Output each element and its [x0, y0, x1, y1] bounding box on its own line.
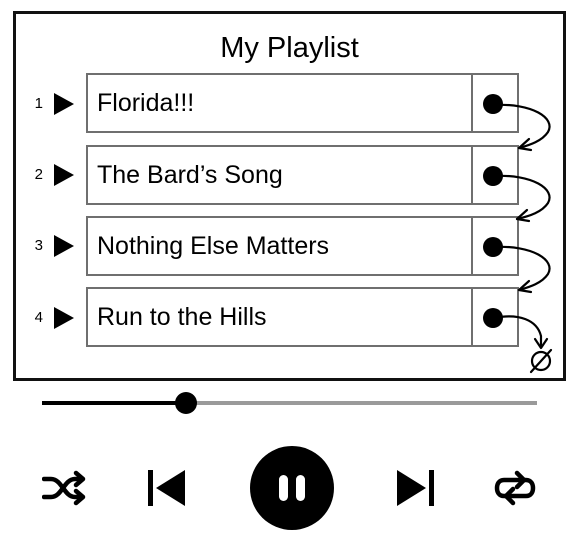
track-row[interactable]: Run to the Hills [86, 287, 519, 347]
repeat-icon[interactable] [492, 459, 538, 517]
track-divider [471, 75, 473, 131]
track-title: Florida!!! [97, 89, 195, 117]
track-number: 2 [34, 166, 43, 183]
track-divider [471, 289, 473, 345]
track-number: 4 [34, 309, 43, 326]
track-divider [471, 218, 473, 274]
track-row[interactable]: The Bard’s Song [86, 145, 519, 205]
track-number: 1 [34, 95, 43, 112]
shuffle-icon[interactable] [42, 459, 88, 517]
next-icon[interactable] [392, 459, 438, 517]
track-row[interactable]: Nothing Else Matters [86, 216, 519, 276]
seek-thumb[interactable] [174, 392, 197, 414]
track-title: Nothing Else Matters [97, 232, 330, 260]
previous-icon[interactable] [144, 459, 190, 517]
playlist-title: My Playlist [220, 32, 359, 64]
play-track-icon[interactable] [52, 92, 76, 116]
play-track-icon[interactable] [52, 163, 76, 187]
track-number: 3 [34, 237, 43, 254]
track-title: Run to the Hills [97, 303, 267, 331]
play-track-icon[interactable] [52, 234, 76, 258]
track-divider [471, 147, 473, 203]
track-title: The Bard’s Song [97, 161, 283, 189]
seek-progress [42, 401, 186, 405]
pause-icon [279, 475, 305, 501]
play-pause-button[interactable] [250, 446, 334, 530]
play-track-icon[interactable] [52, 306, 76, 330]
track-row[interactable]: Florida!!! [86, 73, 519, 133]
